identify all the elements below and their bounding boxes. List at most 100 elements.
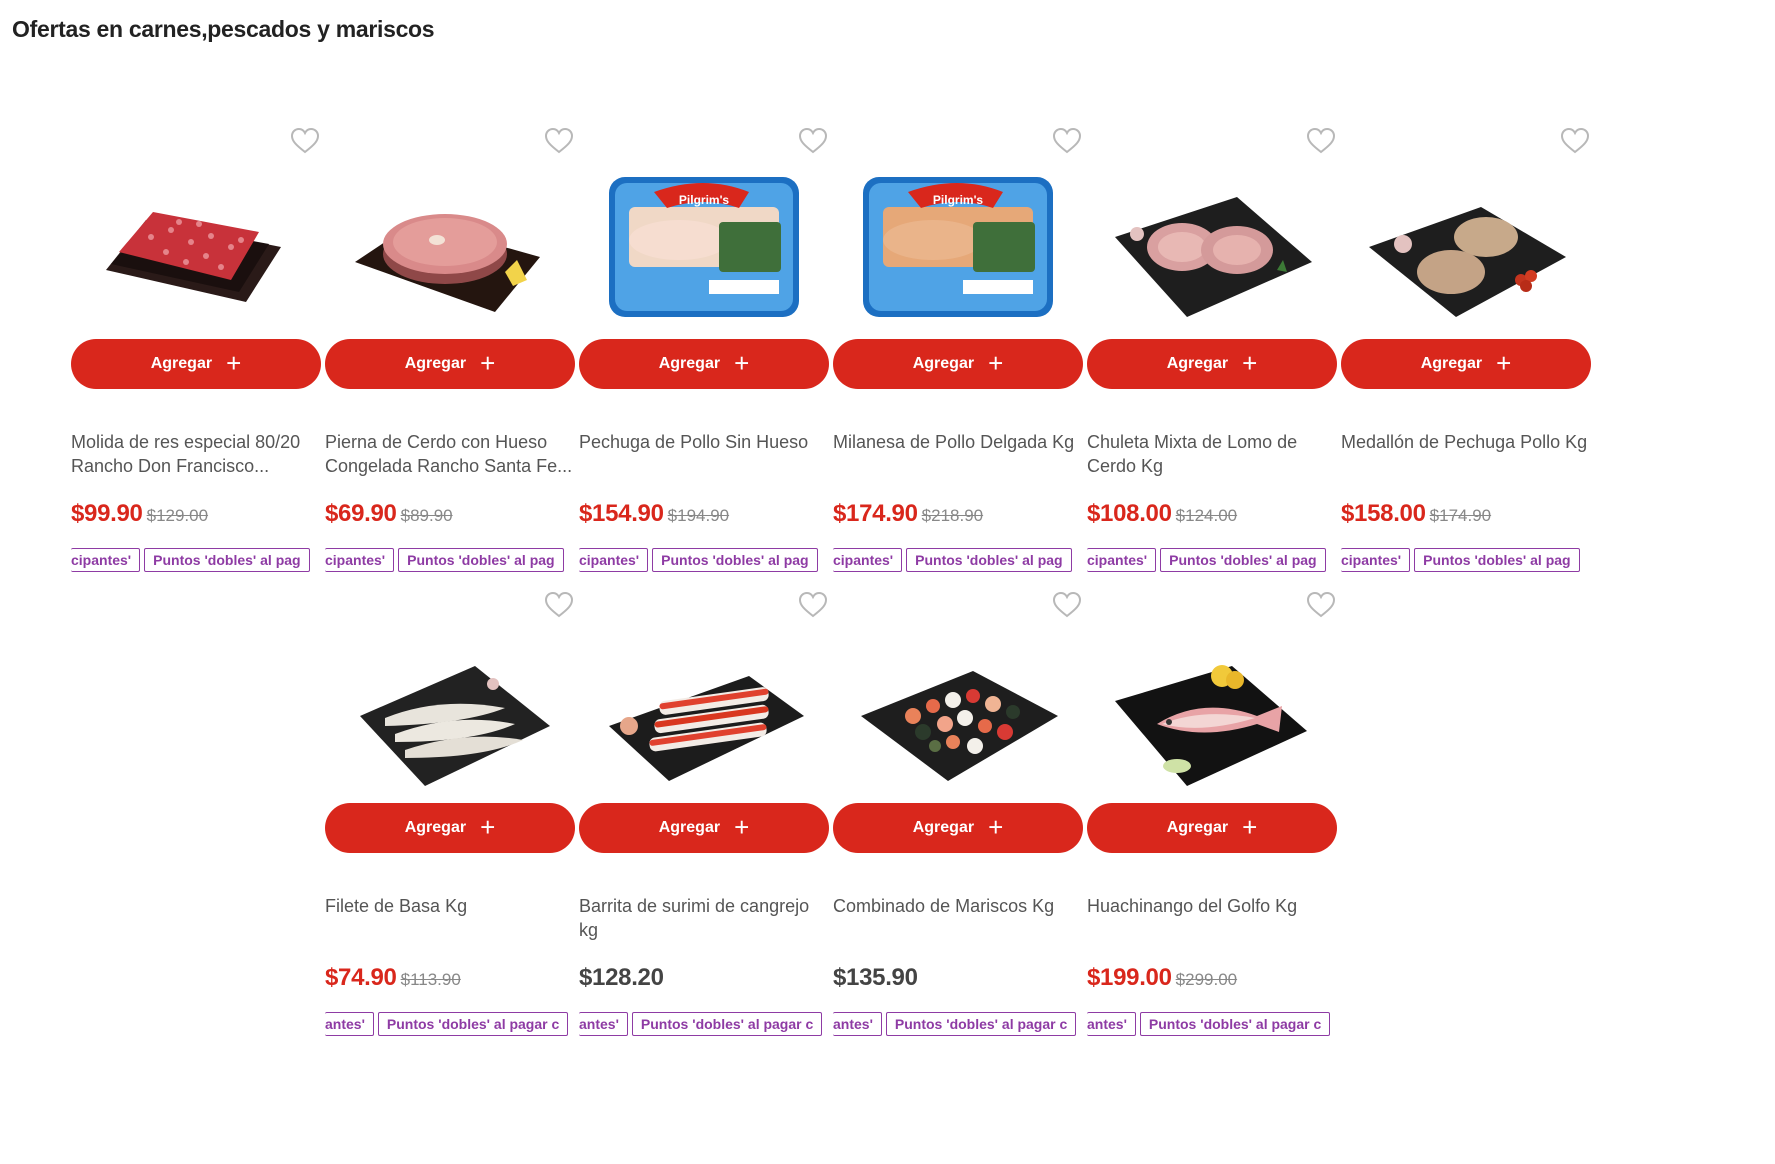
promo-badge: Puntos 'dobles' al pag	[1160, 548, 1326, 572]
add-to-cart-button[interactable]: Agregar +	[579, 339, 829, 389]
promo-badges: antes' Puntos 'dobles' al pagar c	[579, 1012, 829, 1036]
price-row: $69.90 $89.90	[325, 500, 453, 528]
add-to-cart-button[interactable]: Agregar +	[1341, 339, 1591, 389]
product-name[interactable]: Combinado de Mariscos Kg	[833, 894, 1085, 918]
promo-badges: cipantes' Puntos 'dobles' al pag	[1087, 548, 1337, 572]
original-price: $194.90	[667, 506, 730, 525]
add-label: Agregar	[658, 355, 721, 372]
add-to-cart-button[interactable]: Agregar +	[579, 803, 829, 853]
plus-icon: +	[988, 348, 1004, 378]
promo-badges: antes' Puntos 'dobles' al pagar c	[325, 1012, 575, 1036]
product-image-ground-beef[interactable]	[91, 152, 301, 332]
heart-outline-icon	[1052, 127, 1082, 154]
promo-badges: antes' Puntos 'dobles' al pagar c	[1087, 1012, 1337, 1036]
regular-price: $128.20	[579, 964, 664, 991]
plus-icon: +	[480, 812, 496, 842]
product-name[interactable]: Pierna de Cerdo con Hueso Congelada Ranc…	[325, 430, 577, 478]
promo-badge: Puntos 'dobles' al pag	[398, 548, 564, 572]
product-card: Agregar + Chuleta Mixta de Lomo de Cerdo…	[1087, 112, 1337, 577]
product-image-chicken-milanesa-tray[interactable]: Pilgrim's	[853, 152, 1063, 332]
plus-icon: +	[734, 348, 750, 378]
plus-icon: +	[1242, 348, 1258, 378]
heart-outline-icon	[544, 591, 574, 618]
add-to-cart-button[interactable]: Agregar +	[1087, 803, 1337, 853]
heart-outline-icon	[1052, 591, 1082, 618]
product-image-chicken-medallions[interactable]	[1361, 152, 1571, 332]
product-name[interactable]: Barrita de surimi de cangrejo kg	[579, 894, 831, 942]
promo-badge: cipantes'	[1087, 548, 1157, 572]
add-label: Agregar	[912, 355, 975, 372]
product-name[interactable]: Chuleta Mixta de Lomo de Cerdo Kg	[1087, 430, 1339, 478]
product-image-surimi-sticks[interactable]	[599, 616, 809, 796]
add-to-cart-button[interactable]: Agregar +	[833, 803, 1083, 853]
add-to-cart-button[interactable]: Agregar +	[325, 339, 575, 389]
product-image-chicken-breast-tray[interactable]: Pilgrim's	[599, 152, 809, 332]
heart-outline-icon	[798, 591, 828, 618]
product-name[interactable]: Medallón de Pechuga Pollo Kg	[1341, 430, 1593, 454]
product-name[interactable]: Filete de Basa Kg	[325, 894, 577, 918]
plus-icon: +	[226, 348, 242, 378]
promo-badge: antes'	[1087, 1012, 1136, 1036]
promo-badge: cipantes'	[1341, 548, 1411, 572]
product-name[interactable]: Pechuga de Pollo Sin Hueso	[579, 430, 831, 454]
promo-badge: cipantes'	[579, 548, 649, 572]
product-card: Agregar + Pierna de Cerdo con Hueso Cong…	[325, 112, 575, 577]
svg-text:Pilgrim's: Pilgrim's	[933, 193, 984, 207]
heart-outline-icon	[544, 127, 574, 154]
plus-icon: +	[988, 812, 1004, 842]
promo-badges: cipantes' Puntos 'dobles' al pag	[833, 548, 1083, 572]
original-price: $124.00	[1175, 506, 1238, 525]
sale-price: $154.90	[579, 500, 664, 527]
price-row: $174.90 $218.90	[833, 500, 983, 528]
plus-icon: +	[734, 812, 750, 842]
price-row: $108.00 $124.00	[1087, 500, 1237, 528]
product-image-pork-leg[interactable]	[345, 152, 555, 332]
price-row: $99.90 $129.00	[71, 500, 208, 528]
sale-price: $108.00	[1087, 500, 1172, 527]
promo-badge: cipantes'	[833, 548, 903, 572]
plus-icon: +	[480, 348, 496, 378]
sale-price: $74.90	[325, 964, 397, 991]
product-image-seafood-mix[interactable]	[853, 616, 1063, 796]
promo-badge: antes'	[833, 1012, 882, 1036]
product-name[interactable]: Huachinango del Golfo Kg	[1087, 894, 1339, 918]
original-price: $113.90	[400, 970, 461, 989]
add-to-cart-button[interactable]: Agregar +	[833, 339, 1083, 389]
promo-badge: Puntos 'dobles' al pagar c	[377, 1012, 569, 1036]
heart-outline-icon	[1306, 591, 1336, 618]
add-to-cart-button[interactable]: Agregar +	[71, 339, 321, 389]
heart-outline-icon	[1306, 127, 1336, 154]
promo-badge: antes'	[325, 1012, 374, 1036]
add-to-cart-button[interactable]: Agregar +	[1087, 339, 1337, 389]
promo-badges: cipantes' Puntos 'dobles' al pag	[325, 548, 575, 572]
price-row: $158.00 $174.90	[1341, 500, 1491, 528]
product-image-basa-fillets[interactable]	[345, 616, 555, 796]
product-image-pork-chops[interactable]	[1107, 152, 1317, 332]
price-row: $199.00 $299.00	[1087, 964, 1237, 992]
promo-badges: cipantes' Puntos 'dobles' al pag	[579, 548, 829, 572]
add-label: Agregar	[658, 819, 721, 836]
plus-icon: +	[1496, 348, 1512, 378]
product-name[interactable]: Milanesa de Pollo Delgada Kg	[833, 430, 1085, 454]
product-name[interactable]: Molida de res especial 80/20 Rancho Don …	[71, 430, 323, 478]
add-to-cart-button[interactable]: Agregar +	[325, 803, 575, 853]
promo-badges: cipantes' Puntos 'dobles' al pag	[1341, 548, 1591, 572]
price-row: $74.90 $113.90	[325, 964, 461, 992]
price-row: $154.90 $194.90	[579, 500, 729, 528]
product-image-red-snapper[interactable]	[1107, 616, 1317, 796]
promo-badge: Puntos 'dobles' al pagar c	[1139, 1012, 1331, 1036]
add-label: Agregar	[404, 819, 467, 836]
sale-price: $158.00	[1341, 500, 1426, 527]
original-price: $299.00	[1175, 970, 1238, 989]
promo-badges: antes' Puntos 'dobles' al pagar c	[833, 1012, 1083, 1036]
product-card: Agregar + Barrita de surimi de cangrejo …	[579, 576, 829, 1041]
product-card: Agregar + Molida de res especial 80/20 R…	[71, 112, 321, 577]
product-card: Agregar + Medallón de Pechuga Pollo Kg $…	[1341, 112, 1591, 577]
original-price: $218.90	[921, 506, 984, 525]
product-card: Agregar + Filete de Basa Kg $74.90 $113.…	[325, 576, 575, 1041]
promo-badge: antes'	[579, 1012, 628, 1036]
heart-outline-icon	[1560, 127, 1590, 154]
heart-outline-icon	[798, 127, 828, 154]
promo-badge: Puntos 'dobles' al pag	[652, 548, 818, 572]
original-price: $89.90	[400, 506, 453, 525]
